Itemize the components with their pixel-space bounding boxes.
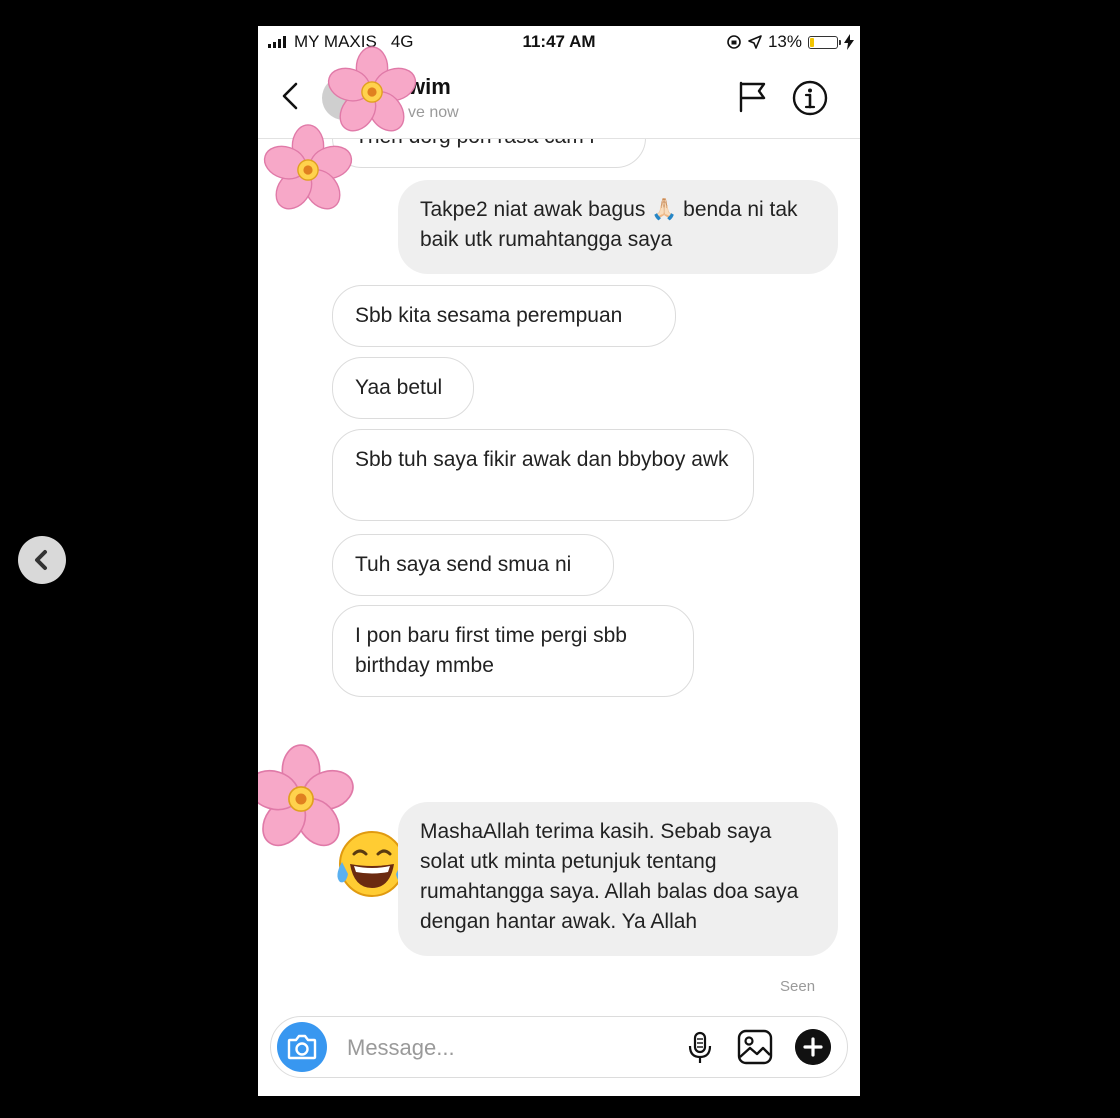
seen-status: Seen <box>780 978 816 995</box>
lock-rotation-icon <box>727 35 741 49</box>
message-incoming[interactable]: I pon baru first time pergi sbb birthday… <box>332 605 694 697</box>
back-chevron-icon[interactable] <box>276 78 306 114</box>
flag-icon[interactable] <box>736 80 770 114</box>
flower-sticker <box>263 124 353 210</box>
message-incoming[interactable]: Sbb kita sesama perempuan <box>332 285 676 347</box>
camera-icon <box>287 1034 317 1060</box>
previous-image-button[interactable] <box>18 536 66 584</box>
charging-bolt-icon <box>844 34 854 50</box>
message-outgoing[interactable]: MashaAllah terima kasih. Sebab saya sola… <box>398 802 838 956</box>
message-thread: Then dorg pon rasa cam i Takpe2 niat awa… <box>258 106 860 998</box>
message-composer <box>270 1016 848 1078</box>
message-input[interactable] <box>345 1031 669 1065</box>
message-incoming[interactable]: Tuh saya send smua ni <box>332 534 614 596</box>
status-right: 13% <box>726 32 854 52</box>
location-arrow-icon <box>748 35 762 49</box>
battery-icon <box>808 35 841 49</box>
message-incoming[interactable]: Sbb tuh saya fikir awak dan bbyboy awk <box>332 429 754 521</box>
prev-arrow-icon <box>35 550 47 570</box>
battery-percent: 13% <box>767 32 802 51</box>
info-icon[interactable] <box>792 80 828 116</box>
gallery-icon[interactable] <box>737 1029 773 1065</box>
message-incoming[interactable]: Yaa betul <box>332 357 474 419</box>
plus-icon[interactable] <box>795 1029 831 1065</box>
microphone-icon[interactable] <box>685 1031 715 1065</box>
message-outgoing[interactable]: Takpe2 niat awak bagus 🙏🏻 benda ni tak b… <box>398 180 838 274</box>
phone-screen: MY MAXIS 4G 11:47 AM 13% wim ve now Takp… <box>258 26 860 1096</box>
camera-button[interactable] <box>277 1022 327 1072</box>
flower-sticker <box>258 744 354 847</box>
